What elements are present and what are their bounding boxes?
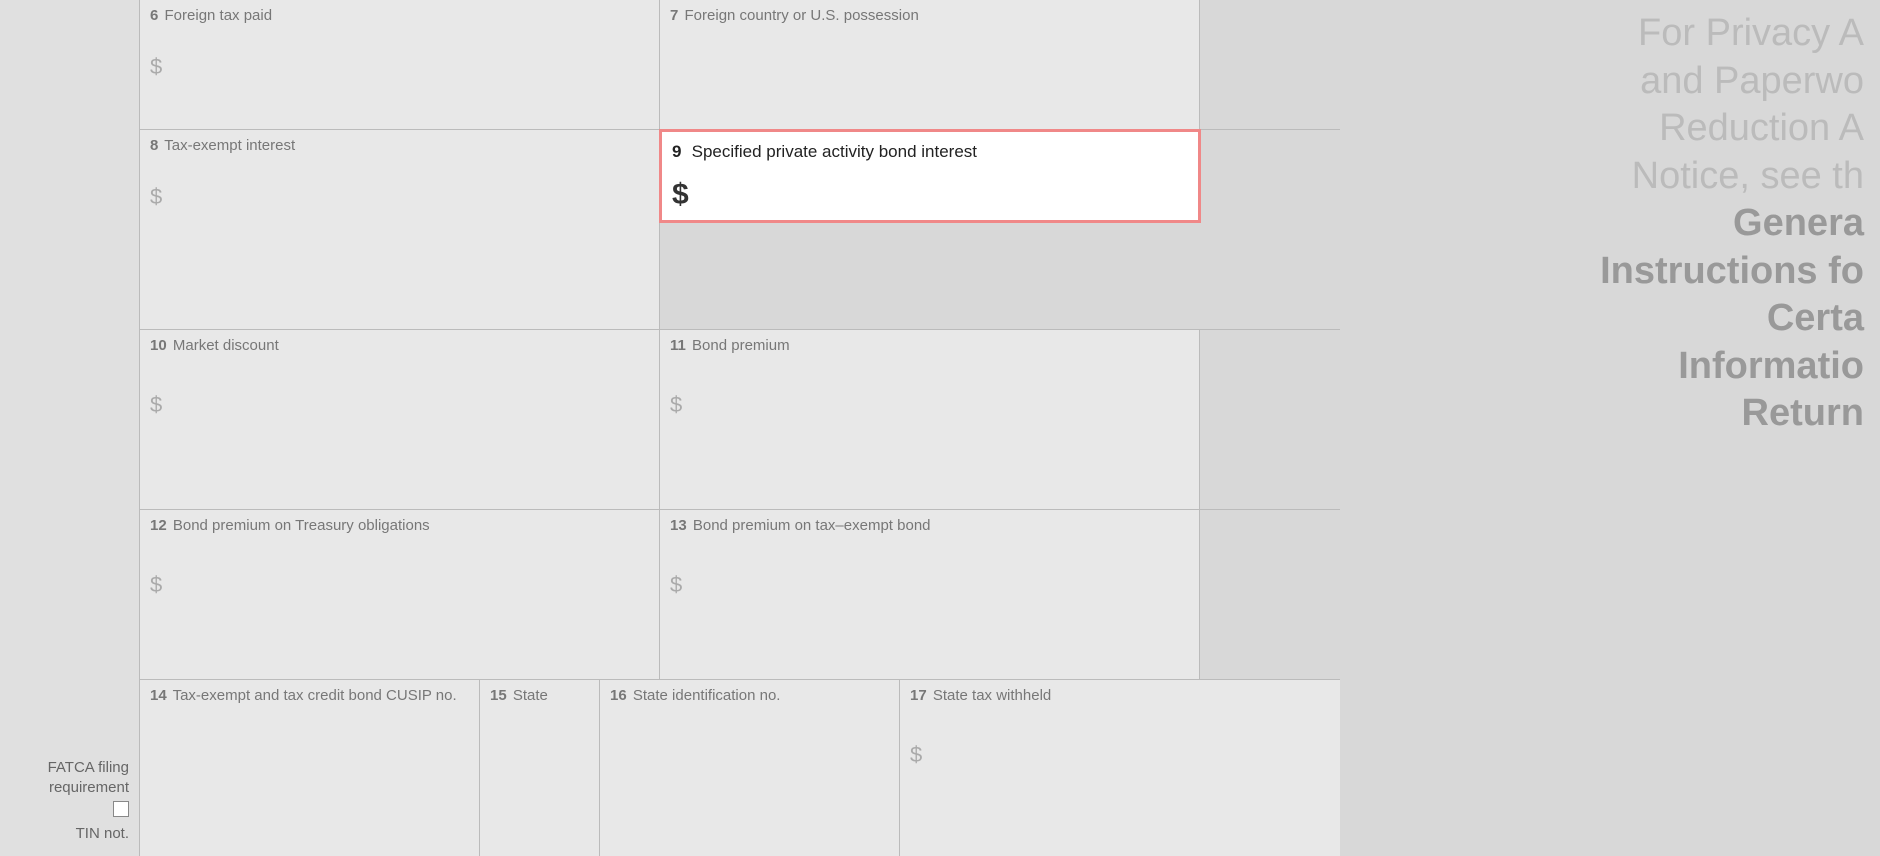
field-10-label: 10 Market discount: [150, 336, 649, 356]
field-17-label: 17 State tax withheld: [910, 686, 1330, 706]
field-9-dollar: $: [672, 178, 1188, 212]
instructions-line1: For Privacy A: [1356, 10, 1864, 58]
fatca-checkbox-area: [4, 801, 135, 825]
field-12-label: 12 Bond premium on Treasury obligations: [150, 516, 649, 536]
field-14-cell: 14 Tax-exempt and tax credit bond CUSIP …: [140, 680, 480, 856]
instructions-text: For Privacy A and Paperwo Reduction A No…: [1356, 10, 1864, 438]
field-10-cell: 10 Market discount $: [140, 330, 660, 509]
field-13-label: 13 Bond premium on tax–exempt bond: [670, 516, 1189, 536]
field-17-number: 17: [910, 687, 927, 704]
field-7-number: 7: [670, 7, 678, 24]
field-12-cell: 12 Bond premium on Treasury obligations …: [140, 510, 660, 679]
field-8-cell: 8 Tax-exempt interest $: [140, 130, 660, 329]
instructions-line8: Informatio: [1356, 343, 1864, 391]
field-16-cell: 16 State identification no.: [600, 680, 900, 856]
field-12-text: Bond premium on Treasury obligations: [173, 517, 430, 534]
field-11-label: 11 Bond premium: [670, 336, 1189, 356]
instructions-line9: Return: [1356, 390, 1864, 438]
field-11-cell: 11 Bond premium $: [660, 330, 1200, 509]
field-13-dollar: $: [670, 572, 1189, 598]
field-8-text: Tax-exempt interest: [164, 137, 295, 154]
field-7-text: Foreign country or U.S. possession: [685, 7, 919, 24]
instructions-line2: and Paperwo: [1356, 58, 1864, 106]
field-6-label: 6 Foreign tax paid: [150, 6, 649, 26]
field-10-text: Market discount: [173, 337, 279, 354]
field-10-number: 10: [150, 337, 167, 354]
instructions-line4: Notice, see th: [1356, 153, 1864, 201]
field-6-text: Foreign tax paid: [165, 7, 273, 24]
tin-label: TIN not.: [4, 825, 135, 846]
field-11-dollar: $: [670, 392, 1189, 418]
field-9-label: 9 Specified private activity bond intere…: [672, 140, 1188, 164]
field-15-number: 15: [490, 687, 507, 704]
field-6-cell: 6 Foreign tax paid $: [140, 0, 660, 129]
row-10-11: 10 Market discount $ 11 Bond premium $: [140, 330, 1340, 510]
instructions-panel: For Privacy A and Paperwo Reduction A No…: [1340, 0, 1880, 856]
field-7-label: 7 Foreign country or U.S. possession: [670, 6, 1189, 26]
field-9-cell[interactable]: 9 Specified private activity bond intere…: [660, 130, 1200, 222]
field-9-number: 9: [672, 142, 681, 161]
fatca-label: FATCA filing requirement: [4, 758, 135, 801]
row-12-13: 12 Bond premium on Treasury obligations …: [140, 510, 1340, 680]
field-17-dollar: $: [910, 742, 1330, 768]
field-8-dollar: $: [150, 184, 649, 210]
field-8-number: 8: [150, 137, 158, 154]
field-9-outer: 9 Specified private activity bond intere…: [660, 130, 1200, 329]
field-9-text: Specified private activity bond interest: [692, 142, 977, 161]
field-6-number: 6: [150, 7, 158, 24]
field-16-number: 16: [610, 687, 627, 704]
field-14-text: Tax-exempt and tax credit bond CUSIP no.: [173, 687, 457, 704]
field-11-text: Bond premium: [692, 337, 790, 354]
field-16-text: State identification no.: [633, 687, 781, 704]
field-8-label: 8 Tax-exempt interest: [150, 136, 649, 156]
field-13-text: Bond premium on tax–exempt bond: [693, 517, 931, 534]
row-6-7: 6 Foreign tax paid $ 7 Foreign country o…: [140, 0, 1340, 130]
field-16-label: 16 State identification no.: [610, 686, 889, 706]
field-14-number: 14: [150, 687, 167, 704]
field-17-cell: 17 State tax withheld $: [900, 680, 1340, 856]
fatca-checkbox[interactable]: [113, 801, 129, 817]
field-12-dollar: $: [150, 572, 649, 598]
field-13-number: 13: [670, 517, 687, 534]
field-11-number: 11: [670, 337, 686, 354]
instructions-line6: Instructions fo: [1356, 248, 1864, 296]
field-15-label: 15 State: [490, 686, 589, 706]
instructions-line5: Genera: [1356, 200, 1864, 248]
row-14-17: 14 Tax-exempt and tax credit bond CUSIP …: [140, 680, 1340, 856]
field-14-label: 14 Tax-exempt and tax credit bond CUSIP …: [150, 686, 469, 706]
left-partial: FATCA filing requirement TIN not.: [0, 0, 140, 856]
field-17-text: State tax withheld: [933, 687, 1051, 704]
field-10-dollar: $: [150, 392, 649, 418]
field-15-text: State: [513, 687, 548, 704]
page-wrapper: FATCA filing requirement TIN not. 6 Fore…: [0, 0, 1880, 856]
field-6-dollar: $: [150, 54, 649, 80]
field-13-cell: 13 Bond premium on tax–exempt bond $: [660, 510, 1200, 679]
row-8-9: 8 Tax-exempt interest $ 9 Specified priv…: [140, 130, 1340, 330]
instructions-line7: Certa: [1356, 295, 1864, 343]
field-7-cell: 7 Foreign country or U.S. possession: [660, 0, 1200, 129]
instructions-line3: Reduction A: [1356, 105, 1864, 153]
field-12-number: 12: [150, 517, 167, 534]
form-layout: 6 Foreign tax paid $ 7 Foreign country o…: [140, 0, 1340, 856]
field-15-cell: 15 State: [480, 680, 600, 856]
